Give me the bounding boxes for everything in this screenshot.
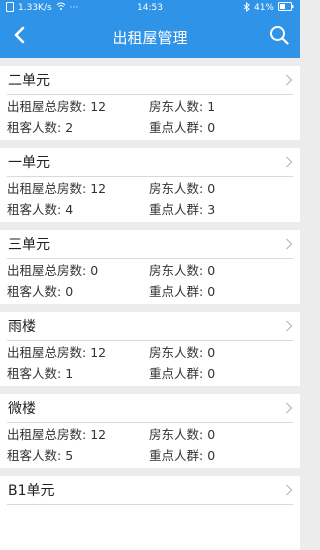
stats-row: 租客人数: 0 重点人群: 0 bbox=[7, 280, 293, 301]
back-button[interactable] bbox=[4, 22, 34, 52]
list-item[interactable]: 三单元 出租屋总房数: 0 房东人数: 0 租客人数: 0 重点人群: 0 bbox=[0, 230, 300, 304]
key-group-count: 重点人群: 0 bbox=[149, 366, 216, 381]
list-item-header: 二单元 bbox=[7, 66, 293, 95]
wifi-icon bbox=[56, 2, 66, 14]
landlord-count: 房东人数: 1 bbox=[149, 99, 216, 114]
unit-name: 二单元 bbox=[8, 73, 50, 89]
list-item[interactable]: 二单元 出租屋总房数: 12 房东人数: 1 租客人数: 2 重点人群: 0 bbox=[0, 66, 300, 140]
tenant-count: 租客人数: 0 bbox=[7, 284, 74, 299]
unit-name: 雨楼 bbox=[8, 319, 36, 335]
top-app-bar: 出租屋管理 bbox=[0, 16, 300, 58]
stats-row: 出租屋总房数: 12 房东人数: 0 bbox=[7, 177, 293, 198]
list-item-header: 三单元 bbox=[7, 230, 293, 259]
tenant-count: 租客人数: 5 bbox=[7, 448, 74, 463]
chevron-left-icon bbox=[12, 26, 26, 48]
search-icon bbox=[269, 25, 289, 49]
chevron-right-icon bbox=[285, 317, 293, 336]
list-item-header: B1单元 bbox=[7, 476, 293, 505]
key-group-count: 重点人群: 0 bbox=[149, 284, 216, 299]
tenant-count: 租客人数: 2 bbox=[7, 120, 74, 135]
unit-list: 二单元 出租屋总房数: 12 房东人数: 1 租客人数: 2 重点人群: 0 一… bbox=[0, 58, 300, 550]
list-item[interactable]: 雨楼 出租屋总房数: 12 房东人数: 0 租客人数: 1 重点人群: 0 bbox=[0, 312, 300, 386]
chevron-right-icon bbox=[285, 235, 293, 254]
more-dots: ··· bbox=[69, 3, 79, 13]
landlord-count: 房东人数: 0 bbox=[149, 427, 216, 442]
unit-name: 微楼 bbox=[8, 401, 36, 417]
key-group-count: 重点人群: 0 bbox=[149, 448, 216, 463]
key-group-count: 重点人群: 3 bbox=[149, 202, 216, 217]
total-rooms: 出租屋总房数: 12 bbox=[7, 345, 107, 360]
search-button[interactable] bbox=[264, 22, 294, 52]
chevron-right-icon bbox=[285, 481, 293, 500]
list-item-header: 雨楼 bbox=[7, 312, 293, 341]
list-item-header: 微楼 bbox=[7, 394, 293, 423]
unit-name: 三单元 bbox=[8, 237, 50, 253]
total-rooms: 出租屋总房数: 12 bbox=[7, 99, 107, 114]
status-bar: 1.33K/s ··· 14:53 41% bbox=[0, 0, 300, 16]
bluetooth-icon bbox=[243, 1, 250, 15]
stats-row: 租客人数: 5 重点人群: 0 bbox=[7, 444, 293, 465]
chevron-right-icon bbox=[285, 71, 293, 90]
list-item[interactable]: 微楼 出租屋总房数: 12 房东人数: 0 租客人数: 5 重点人群: 0 bbox=[0, 394, 300, 468]
stats-row: 出租屋总房数: 12 房东人数: 0 bbox=[7, 423, 293, 444]
stats-row: 出租屋总房数: 12 房东人数: 1 bbox=[7, 95, 293, 116]
chevron-right-icon bbox=[285, 153, 293, 172]
battery-percent: 41% bbox=[253, 3, 274, 13]
stats-row: 租客人数: 4 重点人群: 3 bbox=[7, 198, 293, 219]
status-right: 41% bbox=[243, 1, 294, 15]
stats-row: 租客人数: 2 重点人群: 0 bbox=[7, 116, 293, 137]
landlord-count: 房东人数: 0 bbox=[149, 263, 216, 278]
landlord-count: 房东人数: 0 bbox=[149, 345, 216, 360]
page-title: 出租屋管理 bbox=[112, 28, 188, 47]
network-speed: 1.33K/s bbox=[18, 3, 52, 13]
list-item[interactable]: B1单元 bbox=[0, 476, 300, 550]
chevron-right-icon bbox=[285, 399, 293, 418]
sim-icon bbox=[6, 1, 14, 15]
list-item[interactable]: 一单元 出租屋总房数: 12 房东人数: 0 租客人数: 4 重点人群: 3 bbox=[0, 148, 300, 222]
stats-row: 出租屋总房数: 0 房东人数: 0 bbox=[7, 259, 293, 280]
status-left: 1.33K/s ··· bbox=[6, 1, 79, 15]
stats-row: 租客人数: 1 重点人群: 0 bbox=[7, 362, 293, 383]
tenant-count: 租客人数: 4 bbox=[7, 202, 74, 217]
landlord-count: 房东人数: 0 bbox=[149, 181, 216, 196]
unit-name: B1单元 bbox=[8, 483, 55, 499]
total-rooms: 出租屋总房数: 0 bbox=[7, 263, 99, 278]
battery-icon bbox=[278, 2, 294, 14]
tenant-count: 租客人数: 1 bbox=[7, 366, 74, 381]
list-item-header: 一单元 bbox=[7, 148, 293, 177]
total-rooms: 出租屋总房数: 12 bbox=[7, 181, 107, 196]
total-rooms: 出租屋总房数: 12 bbox=[7, 427, 107, 442]
key-group-count: 重点人群: 0 bbox=[149, 120, 216, 135]
unit-name: 一单元 bbox=[8, 155, 50, 171]
stats-row: 出租屋总房数: 12 房东人数: 0 bbox=[7, 341, 293, 362]
